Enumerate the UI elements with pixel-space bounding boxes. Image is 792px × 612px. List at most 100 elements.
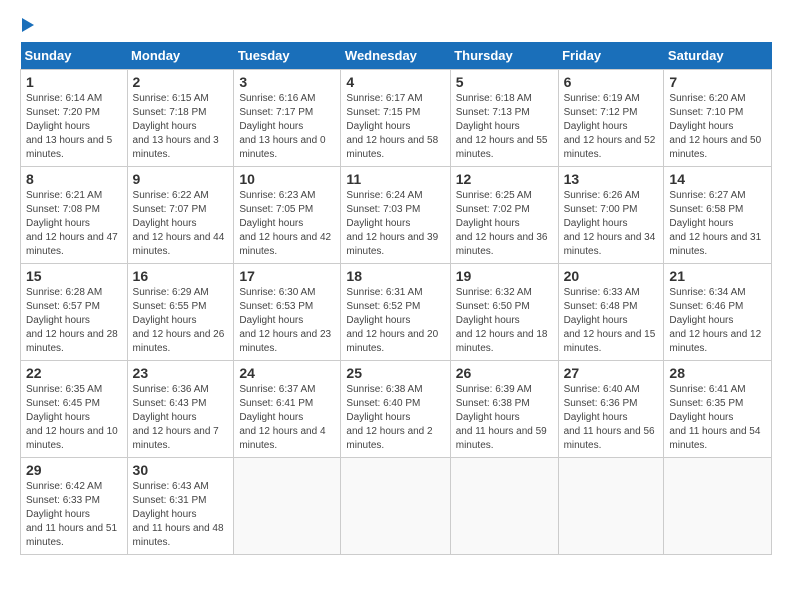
calendar-row: 29 Sunrise: 6:42 AMSunset: 6:33 PMDaylig… — [21, 458, 772, 555]
day-info: Sunrise: 6:17 AMSunset: 7:15 PMDaylight … — [346, 93, 438, 160]
day-info: Sunrise: 6:34 AMSunset: 6:46 PMDaylight … — [669, 287, 761, 354]
day-number: 30 — [133, 462, 229, 478]
day-info: Sunrise: 6:20 AMSunset: 7:10 PMDaylight … — [669, 93, 761, 160]
day-number: 3 — [239, 74, 335, 90]
header — [20, 20, 772, 32]
day-number: 8 — [26, 171, 122, 187]
day-number: 13 — [564, 171, 659, 187]
day-number: 29 — [26, 462, 122, 478]
calendar-cell: 18 Sunrise: 6:31 AMSunset: 6:52 PMDaylig… — [341, 264, 450, 361]
day-number: 17 — [239, 268, 335, 284]
calendar-cell: 1 Sunrise: 6:14 AMSunset: 7:20 PMDayligh… — [21, 70, 128, 167]
day-number: 5 — [456, 74, 553, 90]
day-number: 28 — [669, 365, 766, 381]
calendar-cell: 26 Sunrise: 6:39 AMSunset: 6:38 PMDaylig… — [450, 361, 558, 458]
calendar-cell — [234, 458, 341, 555]
weekday-header: Thursday — [450, 42, 558, 70]
day-number: 2 — [133, 74, 229, 90]
calendar-cell: 30 Sunrise: 6:43 AMSunset: 6:31 PMDaylig… — [127, 458, 234, 555]
calendar-cell: 11 Sunrise: 6:24 AMSunset: 7:03 PMDaylig… — [341, 167, 450, 264]
day-number: 15 — [26, 268, 122, 284]
calendar-cell — [664, 458, 772, 555]
calendar-cell: 23 Sunrise: 6:36 AMSunset: 6:43 PMDaylig… — [127, 361, 234, 458]
day-number: 20 — [564, 268, 659, 284]
calendar-row: 22 Sunrise: 6:35 AMSunset: 6:45 PMDaylig… — [21, 361, 772, 458]
day-number: 23 — [133, 365, 229, 381]
calendar-cell: 5 Sunrise: 6:18 AMSunset: 7:13 PMDayligh… — [450, 70, 558, 167]
calendar-cell: 29 Sunrise: 6:42 AMSunset: 6:33 PMDaylig… — [21, 458, 128, 555]
day-info: Sunrise: 6:43 AMSunset: 6:31 PMDaylight … — [133, 481, 224, 548]
logo-arrow-icon — [22, 18, 34, 32]
calendar-cell: 13 Sunrise: 6:26 AMSunset: 7:00 PMDaylig… — [558, 167, 664, 264]
calendar-table: SundayMondayTuesdayWednesdayThursdayFrid… — [20, 42, 772, 555]
day-info: Sunrise: 6:25 AMSunset: 7:02 PMDaylight … — [456, 190, 548, 257]
day-number: 11 — [346, 171, 444, 187]
day-info: Sunrise: 6:19 AMSunset: 7:12 PMDaylight … — [564, 93, 656, 160]
calendar-cell: 16 Sunrise: 6:29 AMSunset: 6:55 PMDaylig… — [127, 264, 234, 361]
day-info: Sunrise: 6:28 AMSunset: 6:57 PMDaylight … — [26, 287, 118, 354]
day-info: Sunrise: 6:38 AMSunset: 6:40 PMDaylight … — [346, 384, 432, 451]
calendar-row: 1 Sunrise: 6:14 AMSunset: 7:20 PMDayligh… — [21, 70, 772, 167]
day-info: Sunrise: 6:33 AMSunset: 6:48 PMDaylight … — [564, 287, 656, 354]
day-info: Sunrise: 6:21 AMSunset: 7:08 PMDaylight … — [26, 190, 118, 257]
day-number: 27 — [564, 365, 659, 381]
day-info: Sunrise: 6:31 AMSunset: 6:52 PMDaylight … — [346, 287, 438, 354]
day-info: Sunrise: 6:27 AMSunset: 6:58 PMDaylight … — [669, 190, 761, 257]
calendar-cell: 3 Sunrise: 6:16 AMSunset: 7:17 PMDayligh… — [234, 70, 341, 167]
weekday-header: Friday — [558, 42, 664, 70]
calendar-cell: 20 Sunrise: 6:33 AMSunset: 6:48 PMDaylig… — [558, 264, 664, 361]
calendar-cell: 12 Sunrise: 6:25 AMSunset: 7:02 PMDaylig… — [450, 167, 558, 264]
day-info: Sunrise: 6:29 AMSunset: 6:55 PMDaylight … — [133, 287, 225, 354]
day-info: Sunrise: 6:42 AMSunset: 6:33 PMDaylight … — [26, 481, 117, 548]
calendar-cell: 7 Sunrise: 6:20 AMSunset: 7:10 PMDayligh… — [664, 70, 772, 167]
calendar-cell: 9 Sunrise: 6:22 AMSunset: 7:07 PMDayligh… — [127, 167, 234, 264]
calendar-cell: 21 Sunrise: 6:34 AMSunset: 6:46 PMDaylig… — [664, 264, 772, 361]
calendar-cell: 6 Sunrise: 6:19 AMSunset: 7:12 PMDayligh… — [558, 70, 664, 167]
weekday-header: Wednesday — [341, 42, 450, 70]
day-info: Sunrise: 6:37 AMSunset: 6:41 PMDaylight … — [239, 384, 325, 451]
day-info: Sunrise: 6:39 AMSunset: 6:38 PMDaylight … — [456, 384, 547, 451]
day-number: 26 — [456, 365, 553, 381]
day-number: 10 — [239, 171, 335, 187]
calendar-row: 8 Sunrise: 6:21 AMSunset: 7:08 PMDayligh… — [21, 167, 772, 264]
day-number: 22 — [26, 365, 122, 381]
day-info: Sunrise: 6:41 AMSunset: 6:35 PMDaylight … — [669, 384, 760, 451]
day-number: 6 — [564, 74, 659, 90]
day-info: Sunrise: 6:16 AMSunset: 7:17 PMDaylight … — [239, 93, 325, 160]
day-info: Sunrise: 6:30 AMSunset: 6:53 PMDaylight … — [239, 287, 331, 354]
calendar-cell: 22 Sunrise: 6:35 AMSunset: 6:45 PMDaylig… — [21, 361, 128, 458]
day-info: Sunrise: 6:32 AMSunset: 6:50 PMDaylight … — [456, 287, 548, 354]
calendar-cell: 19 Sunrise: 6:32 AMSunset: 6:50 PMDaylig… — [450, 264, 558, 361]
day-info: Sunrise: 6:18 AMSunset: 7:13 PMDaylight … — [456, 93, 548, 160]
day-info: Sunrise: 6:35 AMSunset: 6:45 PMDaylight … — [26, 384, 118, 451]
calendar-cell: 14 Sunrise: 6:27 AMSunset: 6:58 PMDaylig… — [664, 167, 772, 264]
day-number: 16 — [133, 268, 229, 284]
calendar-cell: 28 Sunrise: 6:41 AMSunset: 6:35 PMDaylig… — [664, 361, 772, 458]
day-info: Sunrise: 6:15 AMSunset: 7:18 PMDaylight … — [133, 93, 219, 160]
calendar-cell: 25 Sunrise: 6:38 AMSunset: 6:40 PMDaylig… — [341, 361, 450, 458]
weekday-header: Sunday — [21, 42, 128, 70]
day-number: 21 — [669, 268, 766, 284]
day-number: 18 — [346, 268, 444, 284]
weekday-header: Tuesday — [234, 42, 341, 70]
weekday-header-row: SundayMondayTuesdayWednesdayThursdayFrid… — [21, 42, 772, 70]
day-number: 9 — [133, 171, 229, 187]
weekday-header: Monday — [127, 42, 234, 70]
day-number: 1 — [26, 74, 122, 90]
day-number: 19 — [456, 268, 553, 284]
day-info: Sunrise: 6:23 AMSunset: 7:05 PMDaylight … — [239, 190, 331, 257]
calendar-cell: 15 Sunrise: 6:28 AMSunset: 6:57 PMDaylig… — [21, 264, 128, 361]
calendar-cell: 8 Sunrise: 6:21 AMSunset: 7:08 PMDayligh… — [21, 167, 128, 264]
logo — [20, 20, 34, 32]
day-info: Sunrise: 6:26 AMSunset: 7:00 PMDaylight … — [564, 190, 656, 257]
day-number: 25 — [346, 365, 444, 381]
day-info: Sunrise: 6:40 AMSunset: 6:36 PMDaylight … — [564, 384, 655, 451]
calendar-cell — [341, 458, 450, 555]
calendar-cell: 4 Sunrise: 6:17 AMSunset: 7:15 PMDayligh… — [341, 70, 450, 167]
day-number: 14 — [669, 171, 766, 187]
day-info: Sunrise: 6:22 AMSunset: 7:07 PMDaylight … — [133, 190, 225, 257]
day-number: 12 — [456, 171, 553, 187]
calendar-cell: 17 Sunrise: 6:30 AMSunset: 6:53 PMDaylig… — [234, 264, 341, 361]
day-info: Sunrise: 6:24 AMSunset: 7:03 PMDaylight … — [346, 190, 438, 257]
calendar-cell — [450, 458, 558, 555]
